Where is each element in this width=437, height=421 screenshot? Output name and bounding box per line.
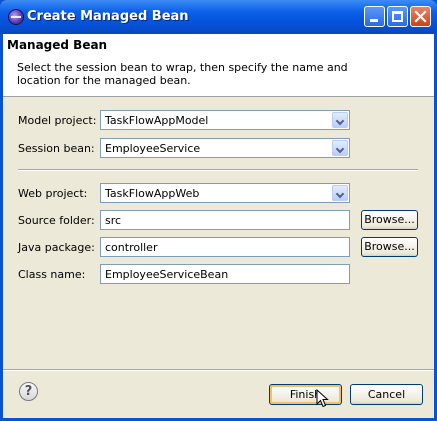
finish-button[interactable]: Finish xyxy=(269,384,342,405)
minimize-icon xyxy=(370,19,378,22)
source-folder-value: src xyxy=(105,214,122,227)
session-bean-label: Session bean: xyxy=(18,142,95,155)
web-project-value: TaskFlowAppWeb xyxy=(105,187,200,200)
chevron-down-icon[interactable] xyxy=(332,140,348,156)
footer-separator xyxy=(3,369,434,371)
maximize-button[interactable] xyxy=(387,6,408,27)
source-folder-browse-button[interactable]: Browse... xyxy=(361,210,418,230)
model-project-combo[interactable]: TaskFlowAppModel xyxy=(100,110,350,130)
close-button[interactable] xyxy=(410,6,431,27)
java-package-value: controller xyxy=(105,241,158,254)
window-title: Create Managed Bean xyxy=(27,9,189,24)
header-banner: Managed Bean Select the session bean to … xyxy=(3,34,434,97)
model-project-label: Model project: xyxy=(18,114,97,127)
session-bean-combo[interactable]: EmployeeService xyxy=(100,138,350,158)
chevron-down-icon[interactable] xyxy=(332,112,348,128)
title-bar[interactable]: Create Managed Bean xyxy=(0,0,437,34)
minimize-button[interactable] xyxy=(364,6,385,27)
java-package-browse-button[interactable]: Browse... xyxy=(361,237,418,257)
java-package-label: Java package: xyxy=(18,241,95,254)
class-name-label: Class name: xyxy=(18,268,86,281)
source-folder-label: Source folder: xyxy=(18,214,95,227)
dialog-body: Managed Bean Select the session bean to … xyxy=(3,34,434,418)
web-project-combo[interactable]: TaskFlowAppWeb xyxy=(100,183,350,203)
mouse-pointer-icon xyxy=(316,389,329,408)
eclipse-icon xyxy=(8,9,24,25)
source-folder-field[interactable]: src xyxy=(100,210,350,230)
class-name-field[interactable]: EmployeeServiceBean xyxy=(100,264,350,284)
banner-title: Managed Bean xyxy=(7,38,108,52)
dialog-window: Create Managed Bean Managed Bean Select … xyxy=(0,0,437,421)
maximize-icon xyxy=(392,11,403,22)
section-separator xyxy=(18,169,418,171)
banner-description: Select the session bean to wrap, then sp… xyxy=(17,61,348,87)
model-project-value: TaskFlowAppModel xyxy=(105,114,209,127)
web-project-label: Web project: xyxy=(18,187,88,200)
chevron-down-icon[interactable] xyxy=(332,185,348,201)
java-package-field[interactable]: controller xyxy=(100,237,350,257)
close-icon xyxy=(414,10,427,23)
help-icon[interactable]: ? xyxy=(19,382,38,401)
cancel-button[interactable]: Cancel xyxy=(350,384,423,405)
session-bean-value: EmployeeService xyxy=(105,142,201,155)
class-name-value: EmployeeServiceBean xyxy=(105,268,229,281)
